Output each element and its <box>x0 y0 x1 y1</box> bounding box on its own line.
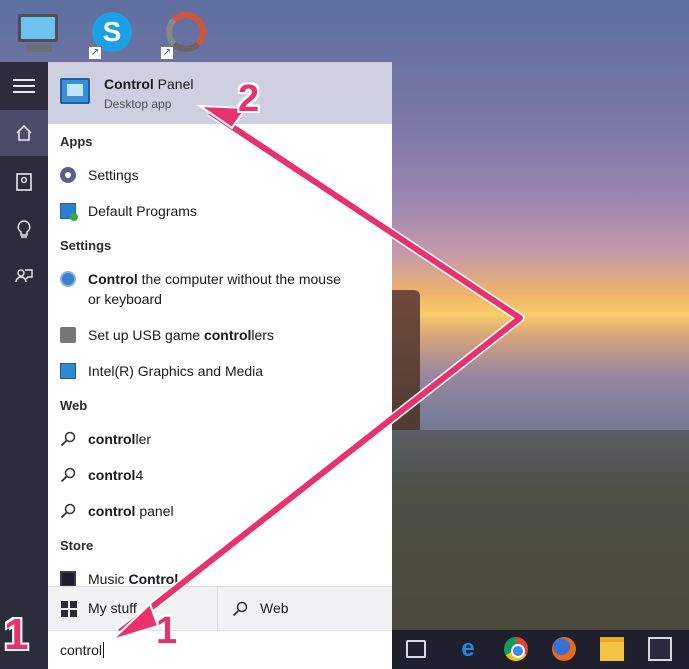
step-1-small-label: 1 <box>156 610 178 652</box>
step-2-label: 2 <box>238 78 260 120</box>
arrowhead-bottom <box>111 602 160 641</box>
step-1-label: 1 <box>4 610 29 659</box>
annotation-arrow-path <box>117 108 525 636</box>
annotation-arrows <box>111 104 525 641</box>
